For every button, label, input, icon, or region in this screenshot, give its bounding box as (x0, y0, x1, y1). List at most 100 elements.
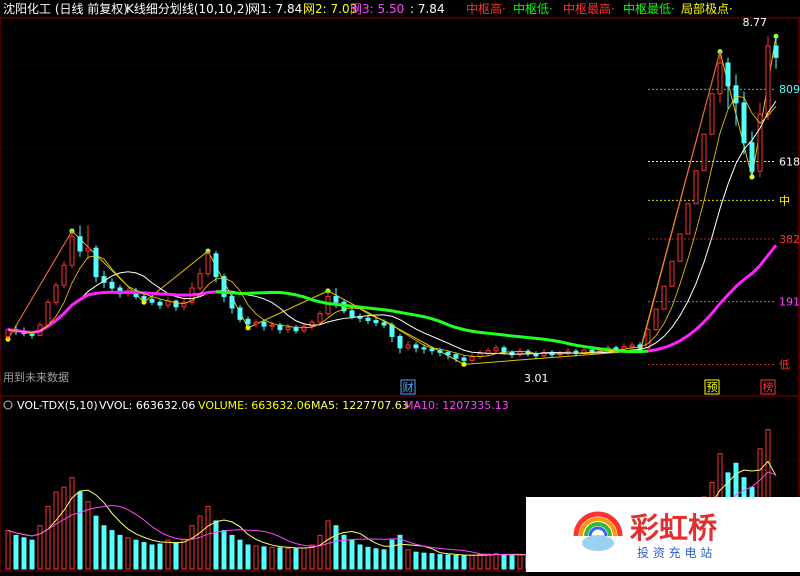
future-data-note: 用到未来数据 (3, 370, 69, 384)
volume-bar (333, 525, 339, 570)
main-grid (1, 64, 798, 359)
candle-body (493, 347, 499, 352)
candle-body (197, 273, 203, 289)
volume-bar (261, 546, 267, 570)
candle-body (45, 301, 51, 326)
volume-bar (125, 537, 131, 570)
volume-bar (69, 477, 75, 570)
volume-bar (501, 554, 507, 570)
candle-body (645, 329, 651, 349)
volume-bar (109, 530, 115, 570)
volume-bar (5, 530, 11, 570)
candle-body (381, 322, 387, 326)
volume-bar (309, 544, 315, 570)
vol-ma5: MA5: 1227707.63 (311, 399, 409, 412)
volume-bar (397, 534, 403, 570)
fib-label: 低 (779, 358, 790, 371)
fib-label: 618 (779, 156, 800, 169)
vol-volume: VOLUME: 663632.06 (198, 399, 311, 412)
volume-bar (349, 539, 355, 570)
candle-body (165, 300, 171, 306)
watermark: 彩虹桥 投 资 充 电 站 (526, 497, 800, 572)
volume-bar (453, 555, 459, 570)
volume-bar (117, 534, 123, 570)
fib-label: 中 (779, 194, 790, 207)
volume-bar (437, 554, 443, 570)
fib-label: 191 (779, 296, 800, 309)
volume-bar (277, 547, 283, 570)
candle-body (333, 296, 339, 303)
volume-bar (13, 534, 19, 570)
volume-bar (301, 547, 307, 570)
volume-bar (157, 543, 163, 570)
volume-bar (93, 515, 99, 570)
trend-line (639, 51, 721, 354)
volume-bar (197, 515, 203, 570)
candle-body (93, 247, 99, 278)
candle-body (405, 344, 411, 349)
fib-label: 809 (779, 83, 800, 96)
candle-body (773, 45, 779, 58)
candle-body (349, 310, 355, 317)
candle-body (677, 233, 683, 262)
candle-body (237, 307, 243, 320)
volume-bar (373, 548, 379, 570)
volume-bar (181, 538, 187, 570)
volume-bar (213, 520, 219, 570)
high-price-label: 8.77 (743, 16, 768, 29)
candle-body (373, 319, 379, 324)
volume-bar (53, 491, 59, 570)
event-markers: 财预榜 (400, 379, 776, 395)
volume-bar (37, 525, 43, 570)
collapse-icon[interactable] (3, 400, 13, 410)
ma-line-white (7, 100, 777, 355)
volume-bar (293, 548, 299, 570)
volume-bar (285, 547, 291, 570)
volume-bar (325, 520, 331, 570)
volume-bar (469, 554, 475, 570)
candle-body (53, 284, 59, 303)
volume-bar (221, 530, 227, 570)
volume-bar (165, 539, 171, 570)
candle-body (669, 260, 675, 287)
legend-item: 网1: 7.84 (248, 2, 302, 16)
candle-body (365, 317, 371, 321)
legend-item: 中枢最低· (623, 1, 675, 16)
volume-bar (21, 537, 27, 570)
candle-body (421, 347, 427, 350)
candle-body (717, 62, 723, 95)
candle-body (61, 264, 67, 286)
candle-body (389, 324, 395, 337)
vol-ma10: MA10: 1207335.13 (404, 399, 509, 412)
volume-bar (493, 553, 499, 570)
stock-title: 沈阳化工 (日线 前复权) (3, 1, 128, 16)
volume-bar (413, 551, 419, 570)
moving-averages (7, 95, 778, 357)
candle-body (477, 353, 483, 357)
volume-bar (517, 554, 523, 570)
volume-bar (253, 545, 259, 570)
candle-body (85, 247, 91, 252)
volume-bar (381, 549, 387, 570)
candle-body (269, 324, 275, 327)
candle-body (629, 344, 635, 348)
stock-chart-window: 沈阳化工 (日线 前复权) K线细分划线(10,10,2) 网1: 7.84 网2… (0, 0, 800, 572)
candle-body (253, 321, 259, 325)
ma-line-yellow (7, 95, 777, 357)
candle-body (765, 45, 771, 115)
volume-bar (245, 544, 251, 570)
volume-bar (149, 544, 155, 570)
volume-bar (317, 534, 323, 570)
volume-bar (141, 542, 147, 570)
legend-item: 网3: 5.50 (350, 2, 404, 16)
indicator-title: K线细分划线(10,10,2) (126, 2, 249, 16)
candle-body (397, 335, 403, 349)
candle-body (469, 355, 475, 361)
volume-bar (269, 546, 275, 570)
volume-bar (101, 525, 107, 570)
legend-item: 中枢低· (513, 1, 553, 16)
chart-canvas[interactable]: 沈阳化工 (日线 前复权) K线细分划线(10,10,2) 网1: 7.84 网2… (0, 0, 800, 572)
volume-bar (477, 554, 483, 570)
volume-bar (429, 553, 435, 570)
candle-body (317, 313, 323, 323)
